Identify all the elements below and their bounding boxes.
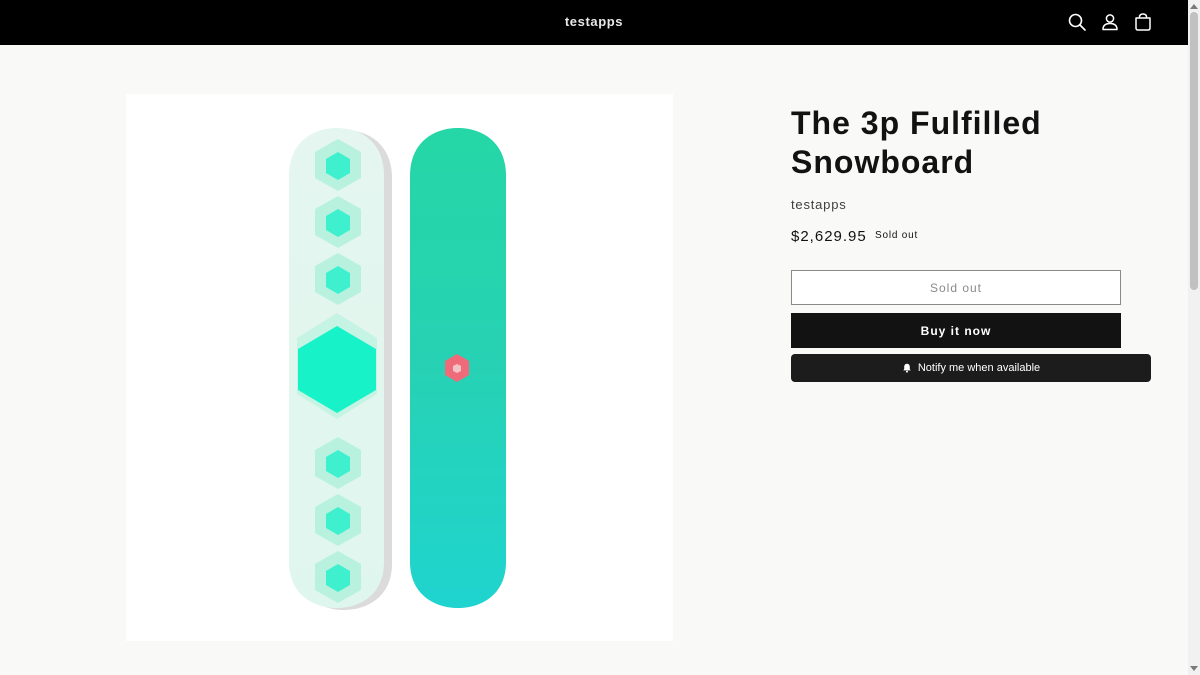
scroll-up-arrow-icon[interactable] (1190, 4, 1198, 9)
cart-icon[interactable] (1132, 11, 1154, 33)
notify-me-button[interactable]: Notify me when available (791, 354, 1151, 382)
product-title: The 3p Fulfilled Snowboard (791, 105, 1042, 180)
product-vendor: testapps (791, 197, 847, 212)
page-scrollbar[interactable] (1188, 0, 1200, 675)
sold-out-badge: Sold out (875, 230, 919, 241)
scroll-down-arrow-icon[interactable] (1190, 666, 1198, 671)
account-icon[interactable] (1099, 11, 1121, 33)
buy-it-now-button[interactable]: Buy it now (791, 313, 1121, 348)
sold-out-button: Sold out (791, 270, 1121, 305)
product-price: $2,629.95 (791, 228, 867, 245)
site-header: testapps (0, 0, 1188, 45)
search-icon[interactable] (1066, 11, 1088, 33)
product-image[interactable] (126, 94, 673, 641)
notify-me-label: Notify me when available (917, 362, 1041, 374)
bell-icon (903, 363, 911, 373)
scrollbar-thumb[interactable] (1190, 12, 1198, 290)
store-logo[interactable]: testapps (0, 14, 1188, 29)
